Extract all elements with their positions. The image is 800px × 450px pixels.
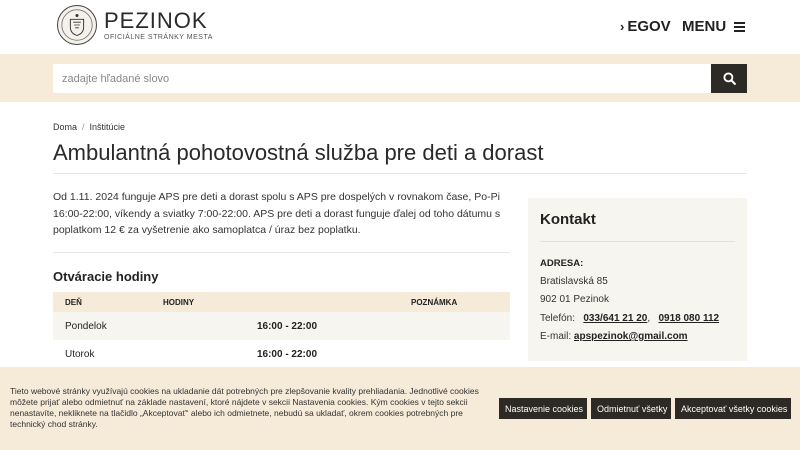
email-line: E-mail: apspezinok@gmail.com — [540, 331, 688, 342]
brand-name: PEZINOK — [104, 8, 208, 33]
chevron-right-icon: › — [620, 19, 625, 34]
contact-title: Kontakt — [540, 211, 596, 228]
address-street: Bratislavská 85 — [540, 276, 608, 287]
brand[interactable]: PEZINOK OFICIÁLNE STRÁNKY MESTA — [104, 8, 213, 42]
cookie-accept-button[interactable]: Akceptovať všetky cookies — [675, 398, 791, 419]
contact-box: Kontakt ADRESA: Bratislavská 85 902 01 P… — [528, 198, 747, 361]
phone-link-2[interactable]: 0918 080 112 — [658, 313, 719, 324]
note-cell — [411, 340, 510, 368]
search-band — [0, 54, 800, 102]
day-cell: Utorok — [65, 348, 95, 360]
address-label: ADRESA: — [540, 258, 584, 269]
column-header-hours: HODINY — [163, 292, 411, 312]
note-cell — [411, 312, 510, 340]
day-cell: Pondelok — [53, 312, 163, 340]
phone-separator: , — [647, 313, 651, 324]
email-link[interactable]: apspezinok@gmail.com — [574, 331, 688, 342]
title-divider — [53, 173, 747, 174]
hours-title: Otváracie hodiny — [53, 269, 159, 284]
phone-link-1[interactable]: 033/641 21 20 — [583, 313, 647, 324]
cookie-reject-button[interactable]: Odmietnuť všetky — [591, 398, 671, 419]
nav-menu-button[interactable]: MENU — [682, 18, 746, 35]
hamburger-icon — [734, 21, 746, 32]
hours-table: DEŇ HODINY POZNÁMKA Pondelok 16:00 - 22:… — [53, 292, 510, 368]
hours-cell: 16:00 - 22:00 — [163, 312, 411, 340]
phone-label: Telefón: — [540, 313, 576, 324]
search-input[interactable] — [53, 64, 711, 93]
contact-divider — [540, 241, 735, 242]
breadcrumb-home[interactable]: Doma — [53, 122, 77, 132]
email-label: E-mail: — [540, 331, 572, 342]
cookie-settings-button[interactable]: Nastavenie cookies — [499, 398, 587, 419]
search-button[interactable] — [711, 64, 747, 93]
nav-egov-link[interactable]: › EGOV — [620, 18, 671, 35]
address-city: 902 01 Pezinok — [540, 294, 609, 305]
breadcrumb-separator: / — [82, 122, 85, 132]
nav-menu-label: MENU — [682, 18, 727, 35]
hours-header-row: DEŇ HODINY POZNÁMKA — [53, 292, 510, 312]
cookie-text: Tieto webové stránky využívajú cookies n… — [10, 386, 479, 429]
page-title: Ambulantná pohotovostná služba pre deti … — [53, 140, 544, 165]
site-header: PEZINOK OFICIÁLNE STRÁNKY MESTA › EGOV ME… — [0, 0, 800, 54]
cookie-bar: Tieto webové stránky využívajú cookies n… — [0, 367, 800, 450]
hours-cell: 16:00 - 22:00 — [256, 348, 318, 360]
city-crest-icon[interactable] — [57, 5, 97, 45]
breadcrumb-institutions[interactable]: Inštitúcie — [90, 122, 126, 132]
nav-egov-label: EGOV — [627, 18, 671, 35]
table-row: Utorok 16:00 - 22:00 — [53, 340, 510, 368]
table-row: Pondelok 16:00 - 22:00 — [53, 312, 510, 340]
intro-text: Od 1.11. 2024 funguje APS pre deti a dor… — [53, 191, 501, 236]
breadcrumb: Doma / Inštitúcie — [53, 122, 125, 132]
search-icon — [722, 72, 736, 85]
brand-subtitle: OFICIÁLNE STRÁNKY MESTA — [104, 34, 213, 41]
column-header-note: POZNÁMKA — [411, 292, 510, 312]
column-header-day: DEŇ — [53, 292, 163, 312]
phone-line: Telefón: 033/641 21 20, 0918 080 112 — [540, 313, 719, 324]
intro-divider — [53, 252, 510, 253]
